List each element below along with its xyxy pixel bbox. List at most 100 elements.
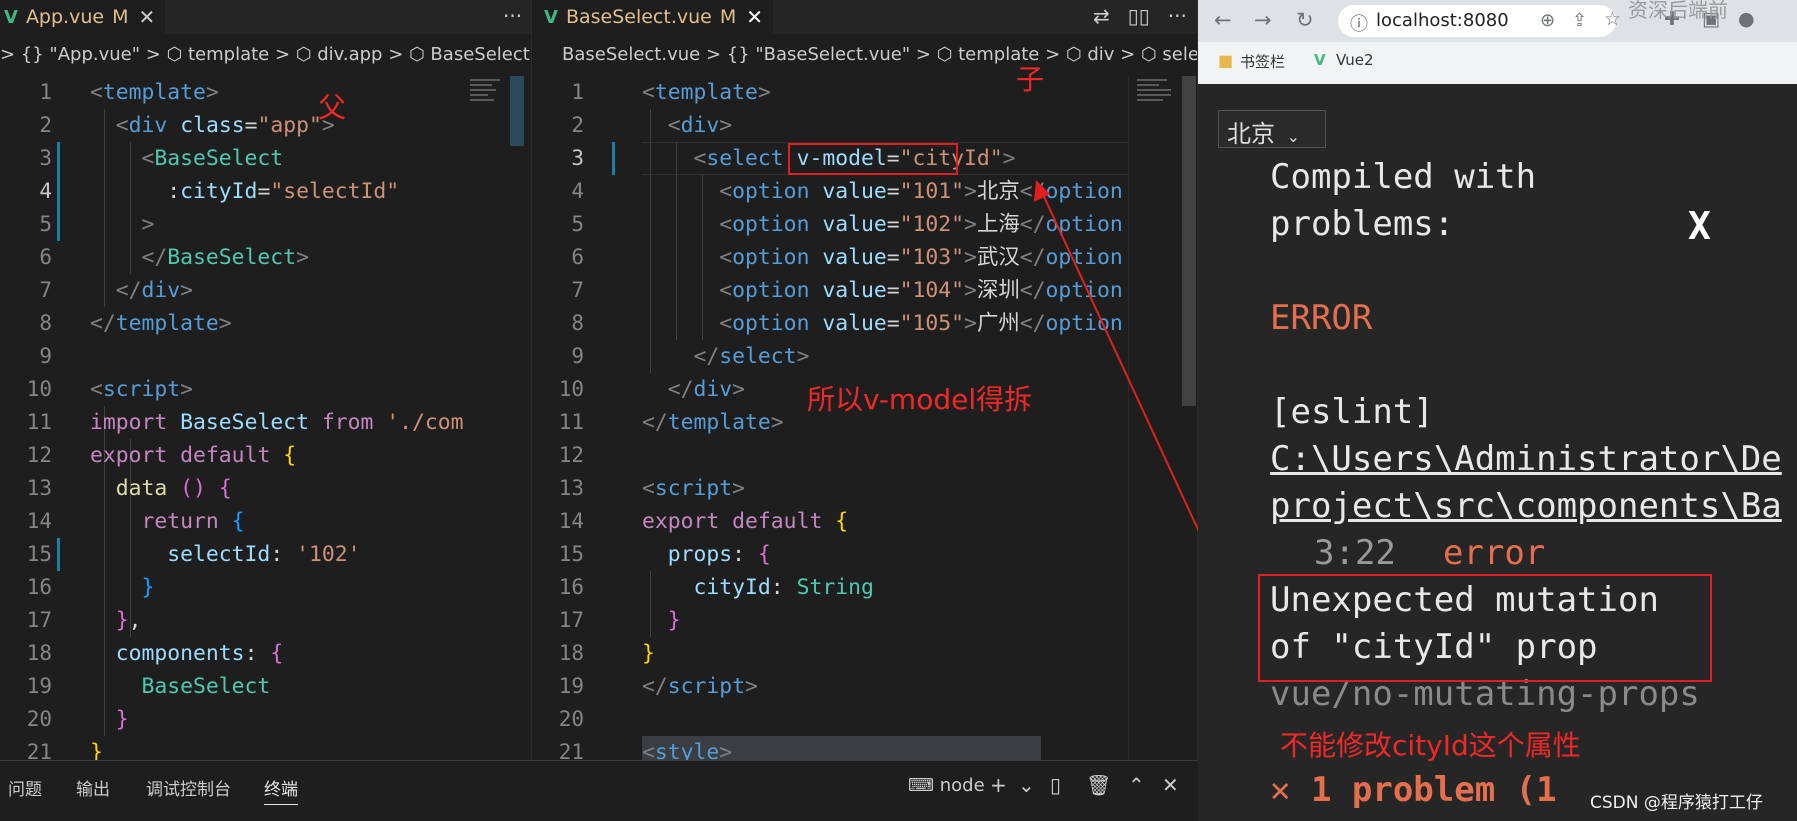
line-number: 8 bbox=[571, 311, 584, 335]
more-actions-icon[interactable]: ··· bbox=[1168, 4, 1187, 28]
annotation-note: 所以v-model得拆 bbox=[807, 383, 1033, 416]
minimap[interactable] bbox=[470, 76, 514, 146]
select-value: 北京 bbox=[1227, 120, 1275, 148]
annotation-box-error bbox=[1258, 574, 1712, 682]
code-area[interactable]: 1 2 3 4 5 6 7 8 9 10 11 12 13 14 15 16 17 18 19 20 21 <templ… bbox=[0, 76, 531, 760]
error-severity: error bbox=[1443, 533, 1546, 573]
annotation-child: 子 bbox=[1016, 63, 1045, 96]
line-number: 19 bbox=[26, 674, 52, 698]
git-change-bar bbox=[57, 538, 60, 571]
line-number: 19 bbox=[558, 674, 584, 698]
forward-icon[interactable]: → bbox=[1254, 8, 1272, 32]
browser-window: ← → ↻ ⓘ localhost:8080 ⊕ ⇪ ☆ ✚ ▣ ● 资深后端前… bbox=[1198, 0, 1797, 821]
line-number: 14 bbox=[558, 509, 584, 533]
annotation-cannot-modify: 不能修改cityId这个属性 bbox=[1280, 729, 1581, 762]
csdn-watermark: CSDN @程序猿打工仔 bbox=[1590, 793, 1763, 813]
tab-output[interactable]: 输出 bbox=[76, 775, 110, 800]
breadcrumb[interactable]: > {} "App.vue" > ⬡ template > ⬡ div.app … bbox=[0, 44, 531, 74]
line-number: 11 bbox=[26, 410, 52, 434]
back-icon[interactable]: ← bbox=[1214, 8, 1232, 32]
split-terminal-icon[interactable]: ▯ bbox=[1050, 773, 1061, 797]
line-number: 9 bbox=[571, 344, 584, 368]
line-number: 18 bbox=[26, 641, 52, 665]
annotation-box-v-model bbox=[788, 143, 958, 175]
tab-problems[interactable]: 问题 bbox=[8, 775, 42, 800]
line-number: 12 bbox=[26, 443, 52, 467]
terminal-icon: ⌨ bbox=[908, 775, 934, 796]
line-number: 4 bbox=[39, 179, 52, 203]
city-select[interactable]: 北京 ⌄ bbox=[1218, 110, 1326, 148]
line-number: 20 bbox=[558, 707, 584, 731]
split-editor-icon[interactable]: ▯▯ bbox=[1128, 4, 1150, 28]
scrollbar[interactable] bbox=[510, 76, 524, 146]
overlay-heading-2: problems: bbox=[1270, 204, 1455, 244]
line-number: 7 bbox=[39, 278, 52, 302]
tab-terminal[interactable]: 终端 bbox=[264, 775, 298, 805]
line-number: 7 bbox=[571, 278, 584, 302]
vue-file-icon: V bbox=[4, 6, 18, 28]
new-terminal-icon[interactable]: + bbox=[990, 773, 1007, 797]
zoom-icon[interactable]: ⊕ bbox=[1540, 10, 1555, 31]
site-info-icon: ⓘ bbox=[1350, 14, 1368, 35]
overlay-close-button[interactable]: X bbox=[1688, 204, 1711, 248]
line-number: 1 bbox=[571, 80, 584, 104]
trash-icon[interactable]: 🗑 bbox=[1086, 773, 1111, 797]
line-number: 6 bbox=[571, 245, 584, 269]
vue-file-icon: V bbox=[544, 6, 558, 28]
modified-indicator: M bbox=[112, 6, 129, 28]
terminal-selector[interactable]: ⌨ node bbox=[908, 775, 985, 796]
line-number: 13 bbox=[26, 476, 52, 500]
tab-baseselect-vue[interactable]: V BaseSelect.vue M ✕ bbox=[532, 0, 774, 34]
line-number: 18 bbox=[558, 641, 584, 665]
line-number: 10 bbox=[26, 377, 52, 401]
line-number: 16 bbox=[26, 575, 52, 599]
share-icon[interactable]: ⇪ bbox=[1572, 10, 1587, 31]
tab-app-vue[interactable]: V App.vue M ✕ bbox=[0, 0, 166, 34]
git-change-bar bbox=[612, 142, 615, 175]
line-number: 9 bbox=[39, 344, 52, 368]
editor-baseselect-vue[interactable]: V BaseSelect.vue M ✕ ⇄ ▯▯ ··· BaseSelect… bbox=[532, 0, 1198, 760]
problems-summary: ✕ 1 problem (1 bbox=[1270, 770, 1557, 810]
error-label: ERROR bbox=[1270, 298, 1373, 338]
overlay-heading-1: Compiled with bbox=[1270, 157, 1537, 197]
editor-tab-bar: V App.vue M ✕ ··· bbox=[0, 0, 531, 34]
line-number: 3 bbox=[39, 146, 52, 170]
close-panel-icon[interactable]: ✕ bbox=[1162, 773, 1179, 797]
line-number: 17 bbox=[26, 608, 52, 632]
breadcrumb[interactable]: BaseSelect.vue > {} "BaseSelect.vue" > ⬡… bbox=[562, 44, 1197, 74]
browser-toolbar: ← → ↻ ⓘ localhost:8080 ⊕ ⇪ ☆ ✚ ▣ ● 资深后端前 bbox=[1198, 0, 1797, 42]
error-file-path-1[interactable]: C:\Users\Administrator\De bbox=[1270, 439, 1782, 479]
bookmark-star-icon[interactable]: ☆ bbox=[1604, 8, 1621, 30]
bookmark-vue2[interactable]: Vue2 bbox=[1336, 51, 1374, 69]
line-number: 5 bbox=[39, 212, 52, 236]
line-number: 16 bbox=[558, 575, 584, 599]
scrollbar[interactable] bbox=[1182, 76, 1196, 406]
line-number: 10 bbox=[558, 377, 584, 401]
profile-icon[interactable]: ● bbox=[1738, 8, 1755, 30]
tab-debug-console[interactable]: 调试控制台 bbox=[146, 775, 231, 800]
chevron-down-icon[interactable]: ⌄ bbox=[1018, 773, 1035, 797]
folder-icon: ■ bbox=[1218, 51, 1234, 70]
reload-icon[interactable]: ↻ bbox=[1296, 8, 1314, 32]
line-number: 17 bbox=[558, 608, 584, 632]
line-number: 2 bbox=[39, 113, 52, 137]
chevron-down-icon: ⌄ bbox=[1286, 127, 1301, 146]
bottom-panel: 问题 输出 调试控制台 终端 ⌨ node + ⌄ ▯ 🗑 ⌃ ✕ bbox=[0, 760, 1198, 821]
code-area[interactable]: 1 2 3 4 5 6 7 8 9 10 11 12 13 14 15 16 17 18 19 20 21 <templ… bbox=[532, 76, 1197, 760]
line-number: 6 bbox=[39, 245, 52, 269]
close-tab-icon[interactable]: ✕ bbox=[138, 5, 155, 29]
tab-label: BaseSelect.vue bbox=[565, 6, 712, 28]
line-number: 5 bbox=[571, 212, 584, 236]
line-number: 3 bbox=[571, 146, 584, 170]
bookmarks-bar-label[interactable]: 书签栏 bbox=[1240, 51, 1285, 72]
line-number: 11 bbox=[558, 410, 584, 434]
line-number: 8 bbox=[39, 311, 52, 335]
close-tab-icon[interactable]: ✕ bbox=[746, 5, 763, 29]
line-number: 2 bbox=[571, 113, 584, 137]
editor-app-vue[interactable]: V App.vue M ✕ ··· > {} "App.vue" > ⬡ tem… bbox=[0, 0, 532, 760]
maximize-panel-icon[interactable]: ⌃ bbox=[1128, 773, 1145, 797]
error-file-path-2[interactable]: project\src\components\Ba bbox=[1270, 486, 1782, 526]
compare-changes-icon[interactable]: ⇄ bbox=[1093, 4, 1110, 28]
more-actions-icon[interactable]: ··· bbox=[485, 4, 522, 28]
git-change-bar bbox=[57, 142, 60, 241]
